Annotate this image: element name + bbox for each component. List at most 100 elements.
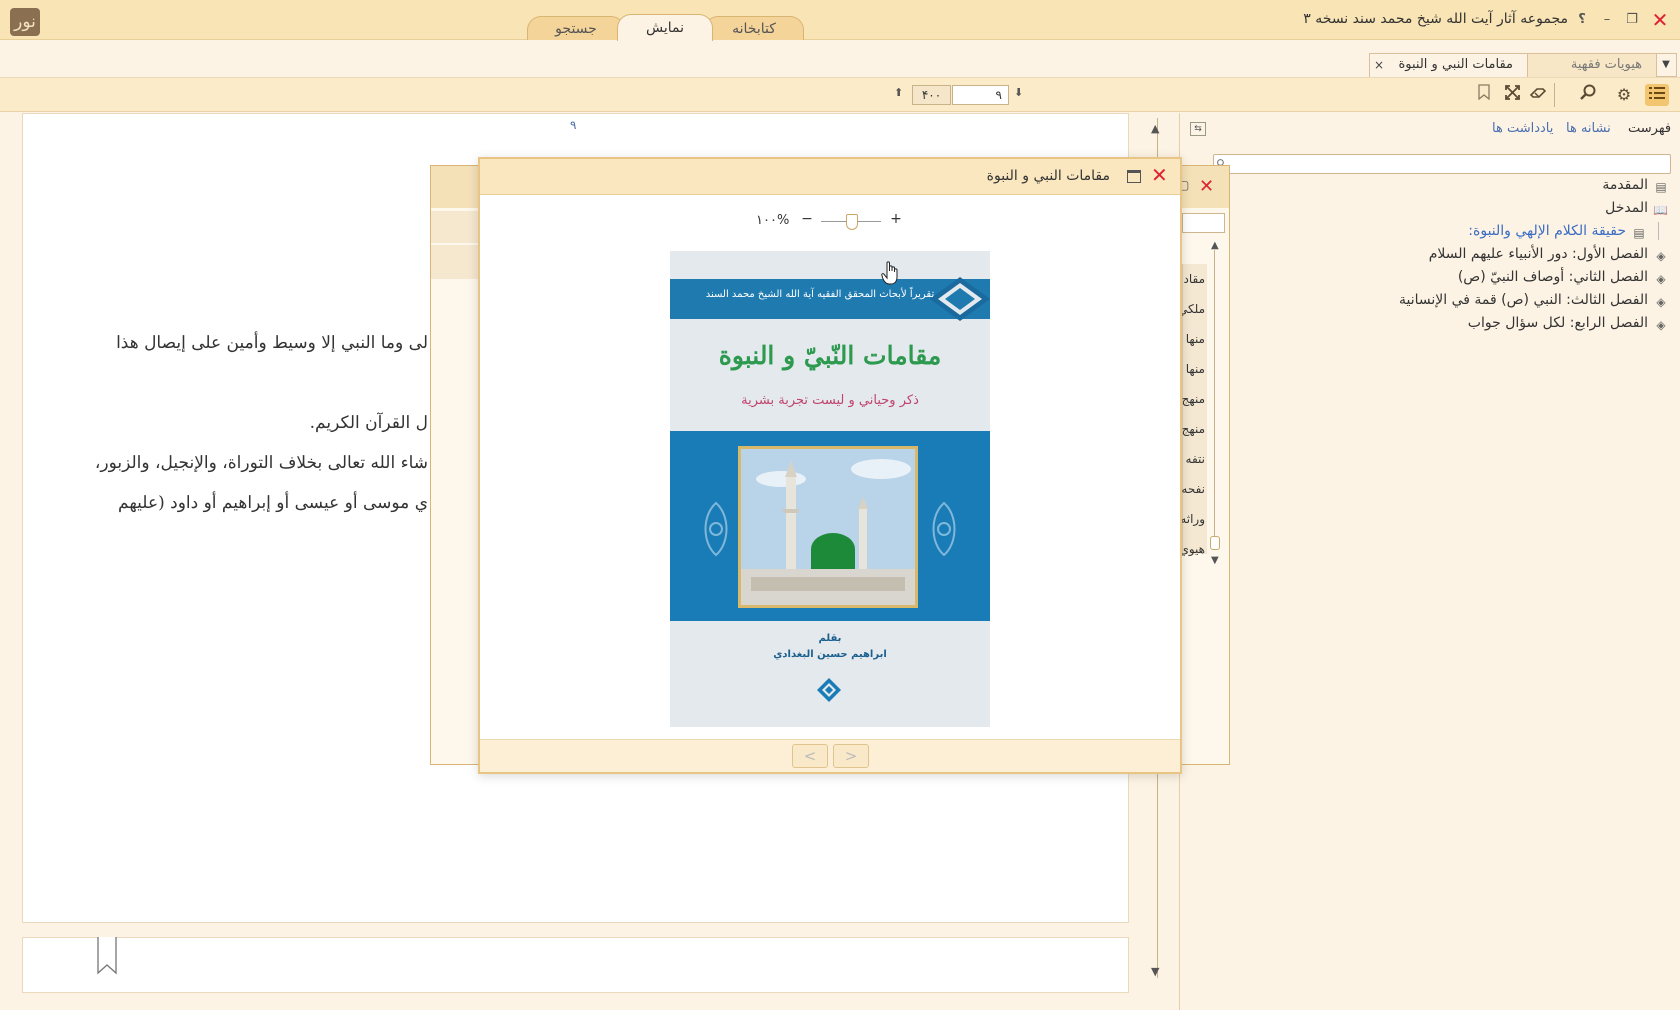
toc-item[interactable]: ◈ الفصل الرابع: لكل سؤال جواب [1468,315,1668,332]
list-item[interactable]: نفحه [1182,482,1205,496]
scroll-up-arrow[interactable]: ▲ [1211,240,1219,251]
page-number-input[interactable]: ۹ [952,85,1009,105]
cover-emblem [817,678,841,702]
doc-tab-heyviyat[interactable]: هیویات فقهیة [1527,53,1657,77]
book-icon: ◈ [1656,272,1666,286]
list-item[interactable]: هيوي [1182,542,1205,556]
toolbar [0,78,1680,112]
list-item[interactable]: ملكي [1182,302,1205,316]
toc-item[interactable]: ◈ الفصل الثالث: النبي (ص) قمة في الإنساني… [1399,292,1668,309]
mosque-photo [738,446,918,608]
close-window-button[interactable]: ✕ [1650,10,1670,30]
toc-item-label: الفصل الثالث: النبي (ص) قمة في الإنسانية [1399,292,1648,308]
toc-item-label: حقيقة الكلام الإلهي والنبوة: [1468,223,1626,239]
list-item[interactable]: منها [1182,332,1205,346]
tab-index[interactable]: فهرست [1628,121,1671,136]
toc-item-selected[interactable]: ▤ حقيقة الكلام الإلهي والنبوة: [1468,223,1646,240]
close-icon[interactable]: ✕ [1151,163,1168,187]
scroll-up-arrow[interactable]: ▲ [1151,122,1159,135]
zoom-in-button[interactable]: + [888,211,904,227]
scroll-down-arrow[interactable]: ▼ [1211,555,1219,566]
zoom-level: ۱۰۰% [756,213,790,228]
list-item[interactable]: منها [1182,362,1205,376]
zoom-slider-thumb[interactable] [846,214,858,230]
dialog-title: مقامات النبي و النبوة [986,168,1110,184]
page-icon: ▤ [1655,180,1667,194]
background-dialog-input[interactable] [1182,213,1225,233]
toc-item-label: الفصل الرابع: لكل سؤال جواب [1467,315,1648,331]
next-page-arrow[interactable]: ⬇ [1014,86,1023,99]
toolbar-separator [1554,83,1555,107]
list-item[interactable]: مقاد [1182,272,1206,286]
zoom-out-button[interactable]: − [799,211,815,227]
book-icon: ◈ [1656,295,1666,309]
toc-item-label: الفصل الثاني: أوصاف النبيّ (ص) [1457,269,1648,285]
window-title: مجموعه آثار آیت الله شیخ محمد سند نسخه ۳ [1303,11,1568,27]
cover-title: مقامات النّبيّ و النبوة [718,341,942,370]
background-dialog-row [431,245,481,279]
text-line: ل القرآن الكريم. [309,413,428,433]
panel-collapse-icon[interactable]: ⇆ [1190,122,1206,136]
dialog-footer [480,739,1180,772]
text-line: شاء الله تعالى بخلاف التوراة، والإنجيل، … [94,453,428,473]
list-item[interactable]: منهج [1182,392,1205,406]
notes-bar [22,937,1129,993]
tree-guide-line [1658,222,1659,240]
close-icon[interactable]: ✕ [1199,176,1214,197]
page-icon: ▤ [1633,226,1645,240]
book-cover-image: تقريراً لأبحاث المحقق الفقيه آية الله ال… [670,251,990,727]
toc-item[interactable]: 📖 المدخل [1605,200,1668,217]
cover-arabesque [932,501,956,557]
cover-author: ابراهيم حسين البغدادي [773,649,887,660]
background-dialog-row [431,211,481,243]
list-item[interactable]: منهج [1182,422,1205,436]
hand-cursor-icon [881,261,898,285]
tab-notes[interactable]: یادداشت ها [1492,121,1553,136]
search-icon[interactable] [1576,84,1600,106]
help-button[interactable]: ؟ [1572,10,1592,30]
doc-tab-maqamat[interactable]: مقامات النبي و النبوة [1369,53,1528,77]
toc-item-label: المقدمة [1602,177,1648,193]
toc-item[interactable]: ◈ الفصل الثاني: أوصاف النبيّ (ص) [1458,269,1668,286]
previous-button[interactable]: < [792,744,828,768]
expand-icon[interactable] [1500,84,1524,106]
maximize-icon[interactable] [1127,170,1141,183]
toc-item-label: المدخل [1605,200,1648,216]
text-line: لى وما النبي إلا وسيط وأمين على إيصال هذ… [116,333,428,353]
previous-page-arrow[interactable]: ⬆ [894,86,903,99]
text-line: ي موسى أو عيسى أو إبراهيم أو داود (عليهم [118,493,428,513]
book-open-icon: 📖 [1653,203,1668,217]
book-icon: ◈ [1656,249,1666,263]
cover-author-label: بقلم [818,633,842,644]
tab-search[interactable]: جستجو [527,16,625,40]
cover-band-text: تقريراً لأبحاث المحقق الفقيه آية الله ال… [705,289,935,300]
toc-item-label: الفصل الأول: دور الأنبياء عليهم السلام [1428,246,1648,262]
gear-icon[interactable]: ⚙ [1612,84,1636,106]
cover-arabesque [704,501,728,557]
bookmark-icon[interactable] [1472,84,1496,106]
page-total: ۴۰۰ [912,85,951,105]
list-item[interactable]: نتفه [1182,452,1205,466]
book-icon: ◈ [1656,318,1666,332]
scroll-down-arrow[interactable]: ▼ [1151,965,1159,978]
tab-display[interactable]: نمایش [617,14,713,41]
menu-icon[interactable] [1645,84,1669,106]
toc-item[interactable]: ▤ المقدمة [1602,177,1668,194]
tabs-dropdown-button[interactable]: ▼ [1655,53,1677,77]
toc-item[interactable]: ◈ الفصل الأول: دور الأنبياء عليهم السلام [1429,246,1668,263]
eraser-icon[interactable] [1526,84,1550,106]
scroll-thumb[interactable] [1210,536,1220,550]
cover-subtitle: ذكر وحياني و ليست تجربة بشرية [741,393,919,408]
tab-bookmarks[interactable]: نشانه ها [1566,121,1611,136]
list-item[interactable]: وراثه [1182,512,1205,526]
bookmark-ribbon-icon[interactable] [96,937,118,975]
app-logo: نور [10,8,40,36]
toc-search-input[interactable] [1213,154,1671,174]
close-tab-icon[interactable]: × [1374,58,1384,72]
minimize-button[interactable]: – [1597,10,1617,30]
list-scrollbar[interactable] [1214,250,1215,550]
restore-button[interactable]: ❐ [1622,10,1642,30]
tab-library[interactable]: کتابخانه [704,16,804,40]
next-button[interactable]: > [833,744,869,768]
page-number-label: ۹ [570,118,577,132]
